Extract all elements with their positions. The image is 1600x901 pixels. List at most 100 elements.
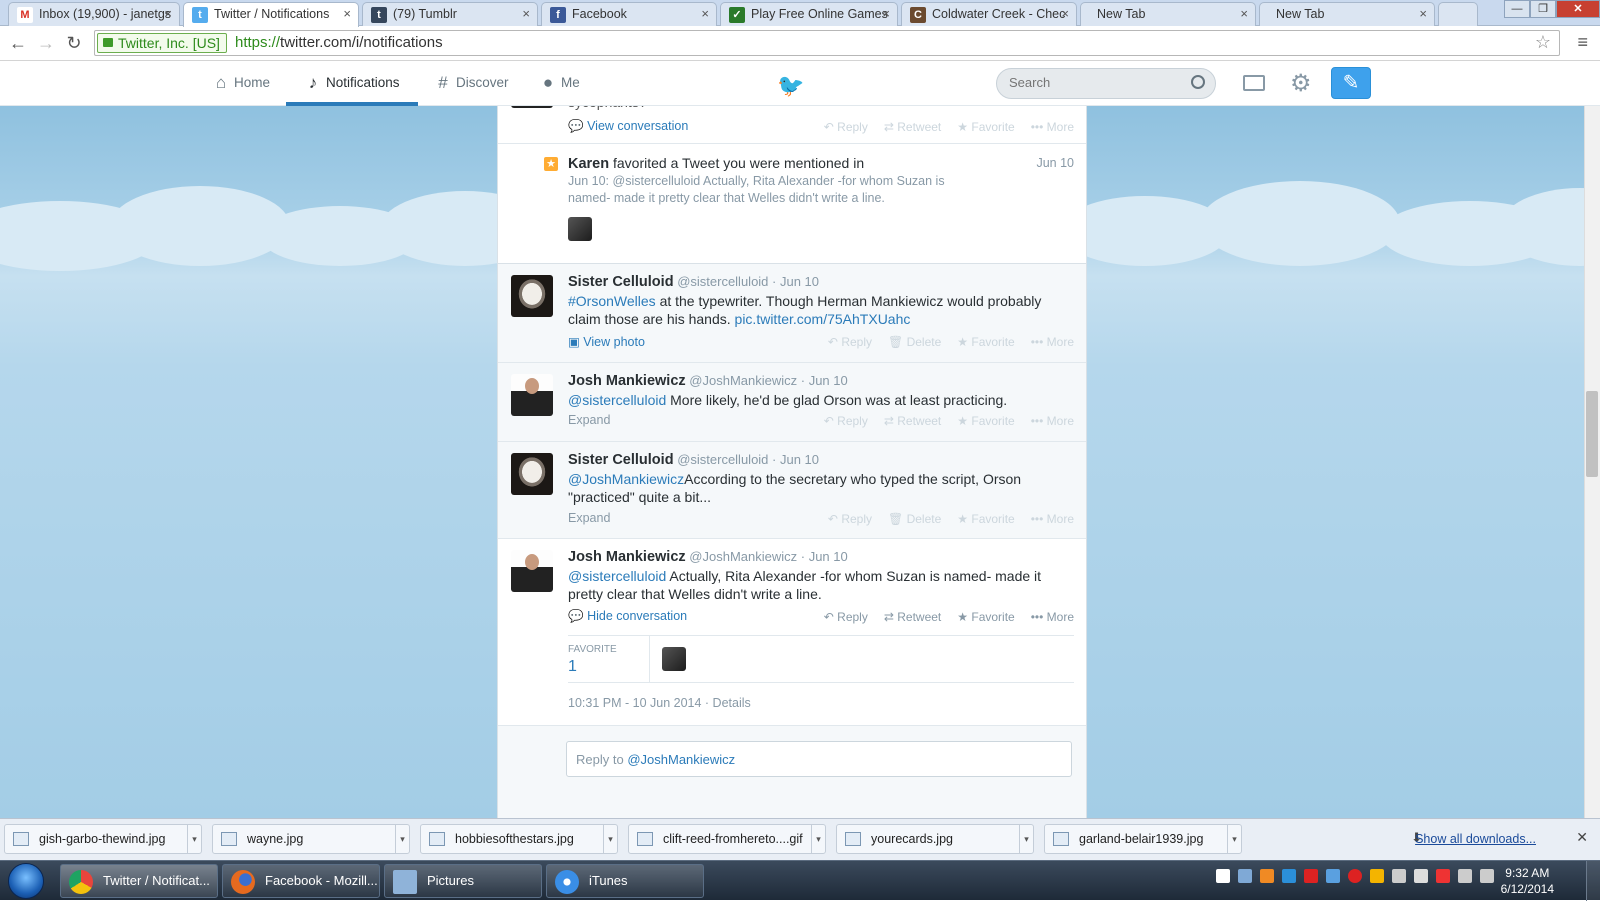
more-action[interactable]: ••• More xyxy=(1031,512,1074,526)
tweet-author-name[interactable]: Sister Celluloid xyxy=(568,452,674,468)
tab-games[interactable]: ✓ Play Free Online Games × xyxy=(720,2,898,26)
nav-home[interactable]: ⌂ Home xyxy=(212,61,270,106)
new-tab-button[interactable] xyxy=(1438,2,1478,26)
maximize-icon[interactable]: ❐ xyxy=(1530,0,1556,18)
start-button[interactable] xyxy=(8,863,44,899)
dropdown-arrow-icon[interactable]: ▾ xyxy=(1019,825,1033,853)
tray-icon[interactable] xyxy=(1282,869,1296,883)
show-all-downloads-link[interactable]: Show all downloads... xyxy=(1415,832,1536,846)
notification-actor[interactable]: Karen xyxy=(568,156,609,172)
hide-conversation-link[interactable]: 💬 Hide conversation xyxy=(568,609,687,624)
tweet-author-handle[interactable]: @sistercelluloid xyxy=(677,452,768,467)
mention-link[interactable]: @sistercelluloid xyxy=(568,568,666,584)
network-icon[interactable] xyxy=(1458,869,1472,883)
favorite-action[interactable]: ★ Favorite xyxy=(957,335,1014,349)
compose-tweet-button[interactable]: ✎ xyxy=(1331,67,1371,99)
tab-gmail[interactable]: M Inbox (19,900) - janetgs × xyxy=(8,2,180,26)
close-downloads-icon[interactable]: ✕ xyxy=(1576,829,1588,846)
more-action[interactable]: ••• More xyxy=(1031,120,1074,134)
address-bar[interactable]: Twitter, Inc. [US] https://twitter.com/i… xyxy=(94,30,1560,56)
tray-icon[interactable] xyxy=(1260,869,1274,883)
close-tab-icon[interactable]: × xyxy=(882,3,890,25)
retweet-action[interactable]: ⇄ Retweet xyxy=(884,414,941,428)
minimize-icon[interactable]: — xyxy=(1504,0,1530,18)
favorite-action[interactable]: ★ Favorite xyxy=(957,120,1014,134)
tray-icon[interactable] xyxy=(1326,869,1340,883)
close-tab-icon[interactable]: × xyxy=(1419,3,1427,25)
dropdown-arrow-icon[interactable]: ▾ xyxy=(1227,825,1241,853)
close-tab-icon[interactable]: × xyxy=(1061,3,1069,25)
more-action[interactable]: ••• More xyxy=(1031,610,1074,624)
reply-action[interactable]: ↶ Reply xyxy=(824,414,868,428)
avatar[interactable] xyxy=(511,550,553,592)
tweet-date[interactable]: · Jun 10 xyxy=(772,274,819,289)
reply-action[interactable]: ↶ Reply xyxy=(824,120,868,134)
more-action[interactable]: ••• More xyxy=(1031,414,1074,428)
tweet-author-handle[interactable]: @JoshMankiewicz xyxy=(689,549,797,564)
power-icon[interactable] xyxy=(1414,869,1428,883)
acrobat-tray-icon[interactable] xyxy=(1304,869,1318,883)
favorite-stat[interactable]: FAVORITE 1 xyxy=(568,636,650,682)
dropdown-arrow-icon[interactable]: ▾ xyxy=(395,825,409,853)
delete-action[interactable]: 🗑 Delete xyxy=(888,512,941,526)
settings-gear-icon[interactable]: ⚙ xyxy=(1290,69,1312,98)
taskbar-item-firefox[interactable]: Facebook - Mozill... xyxy=(222,864,380,898)
chrome-menu-icon[interactable]: ≡ xyxy=(1577,32,1588,53)
search-input[interactable] xyxy=(1009,75,1179,90)
system-clock[interactable]: 9:32 AM 6/12/2014 xyxy=(1501,865,1554,897)
tab-twitter-notifications[interactable]: t Twitter / Notifications × xyxy=(183,2,359,27)
favoriter-avatar[interactable] xyxy=(568,217,592,241)
nav-discover[interactable]: # Discover xyxy=(434,61,508,106)
tweet-author-name[interactable]: Josh Mankiewicz xyxy=(568,549,686,565)
view-photo-link[interactable]: ▣ View photo xyxy=(568,334,645,349)
tweet-date[interactable]: · Jun 10 xyxy=(801,373,848,388)
dropdown-arrow-icon[interactable]: ▾ xyxy=(187,825,201,853)
tray-icon[interactable] xyxy=(1436,869,1450,883)
mention-link[interactable]: @sistercelluloid xyxy=(568,392,666,408)
tab-facebook[interactable]: f Facebook × xyxy=(541,2,717,26)
reply-input[interactable]: Reply to @JoshMankiewicz xyxy=(566,741,1072,777)
tab-new-2[interactable]: New Tab × xyxy=(1259,2,1435,26)
reload-icon[interactable]: ↻ xyxy=(62,31,86,55)
tweet-date[interactable]: · Jun 10 xyxy=(801,549,848,564)
photo-link[interactable]: pic.twitter.com/75AhTXUahc xyxy=(735,311,911,327)
search-icon[interactable] xyxy=(1191,75,1205,89)
action-center-flag-icon[interactable] xyxy=(1392,869,1406,883)
close-tab-icon[interactable]: × xyxy=(522,3,530,25)
nav-notifications[interactable]: ♪ Notifications xyxy=(286,61,418,106)
taskbar-item-chrome[interactable]: Twitter / Notificat... xyxy=(60,864,218,898)
tab-new-1[interactable]: New Tab × xyxy=(1080,2,1256,26)
download-item[interactable]: clift-reed-fromhereto....gif ▾ xyxy=(628,824,826,854)
close-tab-icon[interactable]: × xyxy=(164,3,172,25)
reply-action[interactable]: ↶ Reply xyxy=(828,335,872,349)
download-item[interactable]: yourecards.jpg ▾ xyxy=(836,824,1034,854)
page-scrollbar[interactable] xyxy=(1584,61,1600,818)
reply-action[interactable]: ↶ Reply xyxy=(828,512,872,526)
bookmark-star-icon[interactable]: ☆ xyxy=(1535,32,1551,53)
taskbar-item-pictures[interactable]: Pictures xyxy=(384,864,542,898)
close-window-icon[interactable]: ✕ xyxy=(1556,0,1600,18)
url-text[interactable]: https://twitter.com/i/notifications xyxy=(235,34,443,51)
tweet-author-name[interactable]: Josh Mankiewicz xyxy=(568,373,686,389)
close-tab-icon[interactable]: × xyxy=(701,3,709,25)
download-item[interactable]: gish-garbo-thewind.jpg ▾ xyxy=(4,824,202,854)
avatar[interactable] xyxy=(511,453,553,495)
show-desktop-button[interactable] xyxy=(1586,861,1600,901)
notification-date[interactable]: Jun 10 xyxy=(1036,156,1074,170)
favorite-action[interactable]: ★ Favorite xyxy=(957,512,1014,526)
dropdown-arrow-icon[interactable]: ▾ xyxy=(603,825,617,853)
favoriter-avatar[interactable] xyxy=(662,647,686,671)
taskbar-item-itunes[interactable]: iTunes xyxy=(546,864,704,898)
retweet-action[interactable]: ⇄ Retweet xyxy=(884,120,941,134)
tab-tumblr[interactable]: t (79) Tumblr × xyxy=(362,2,538,26)
tweet-author-handle[interactable]: @JoshMankiewicz xyxy=(689,373,797,388)
twitter-bird-logo[interactable]: 🐦 xyxy=(777,73,804,99)
tray-icon[interactable] xyxy=(1370,869,1384,883)
favorite-action[interactable]: ★ Favorite xyxy=(957,610,1014,624)
volume-icon[interactable] xyxy=(1480,869,1494,883)
back-icon[interactable]: ← xyxy=(6,31,30,55)
download-item[interactable]: hobbiesofthestars.jpg ▾ xyxy=(420,824,618,854)
scrollbar-thumb[interactable] xyxy=(1586,391,1598,477)
download-item[interactable]: wayne.jpg ▾ xyxy=(212,824,410,854)
tray-icon[interactable] xyxy=(1348,869,1362,883)
